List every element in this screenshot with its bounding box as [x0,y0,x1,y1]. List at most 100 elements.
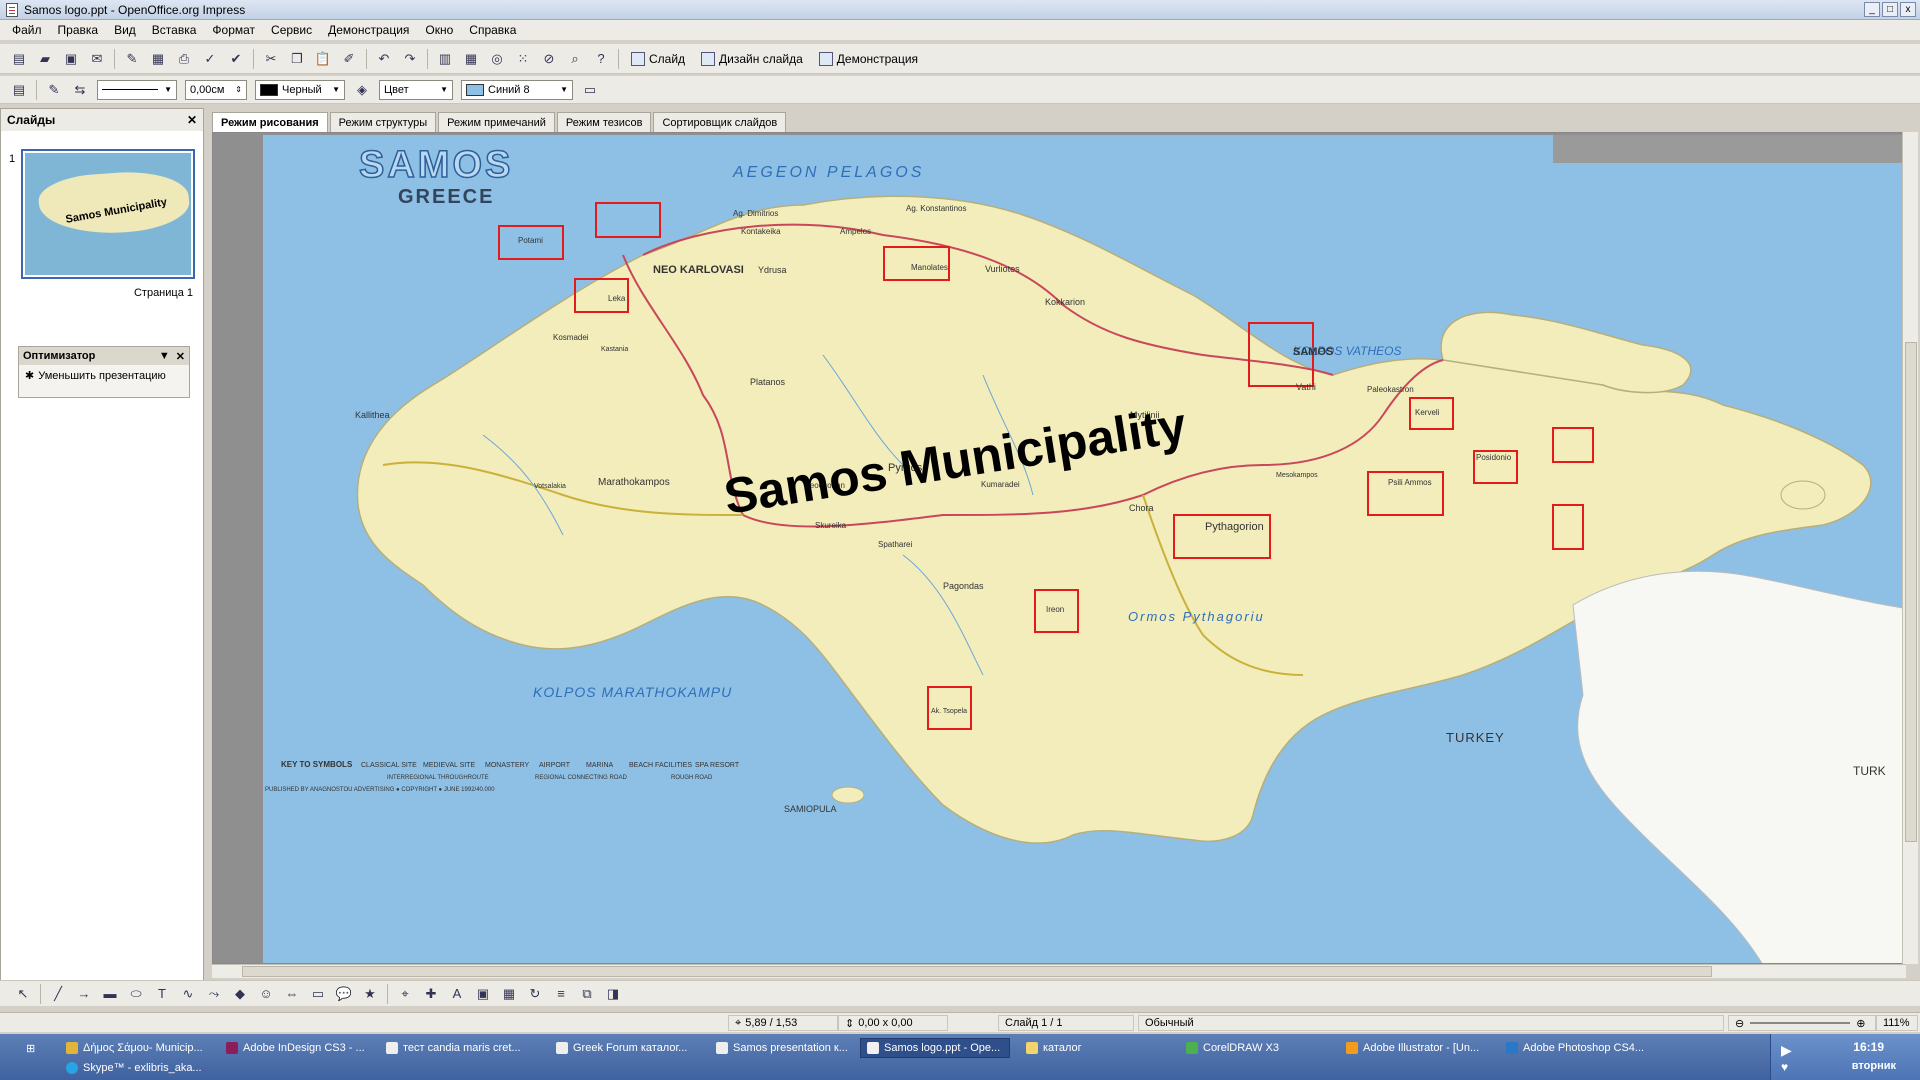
close-icon[interactable]: ✕ [187,113,197,127]
line-width-spinner[interactable]: 0,00см ⇕ [185,79,247,100]
menu-view[interactable]: Вид [106,23,144,37]
connector-icon[interactable]: ⤳ [203,983,225,1005]
print-icon[interactable]: ⎙ [173,48,195,70]
grid-icon[interactable]: ⁙ [512,48,534,70]
redo-icon[interactable]: ↷ [399,48,421,70]
taskbar-item-illustrator[interactable]: Adobe Illustrator - [Un... [1340,1038,1500,1058]
cut-icon[interactable]: ✂ [260,48,282,70]
line-style-select[interactable]: ▼ [97,79,177,100]
ellipse-icon[interactable]: ⬭ [125,983,147,1005]
slide-canvas[interactable]: SAMOS GREECE AEGEON PELAGOS KOLPOS MARAT… [263,135,1905,963]
from-file-icon[interactable]: ▣ [472,983,494,1005]
horizontal-scroll-thumb[interactable] [242,966,1712,977]
line-color-select[interactable]: Черный ▼ [255,79,345,100]
style-list-icon[interactable]: ▤ [8,79,30,101]
stars-icon[interactable]: ★ [359,983,381,1005]
menu-slideshow[interactable]: Демонстрация [320,23,417,37]
edit-file-icon[interactable]: ✎ [121,48,143,70]
new-slide-button[interactable]: Слайд [623,48,693,70]
close-button[interactable]: x [1900,2,1916,17]
slide-design-button[interactable]: Дизайн слайда [693,48,811,70]
vertical-scrollbar[interactable] [1902,132,1918,964]
zoom-out-icon[interactable]: ⊖ [1735,1017,1744,1030]
curve-icon[interactable]: ∿ [177,983,199,1005]
hyperlink-icon[interactable]: ◎ [486,48,508,70]
chart-icon[interactable]: ▥ [434,48,456,70]
menu-file[interactable]: Файл [4,23,50,37]
select-arrow-icon[interactable]: ↖ [12,983,34,1005]
taskbar-item-folder[interactable]: каталог [1020,1038,1170,1058]
table-icon[interactable]: ▦ [460,48,482,70]
shadow-icon[interactable]: ▭ [579,79,601,101]
spellcheck-icon[interactable]: ✓ [199,48,221,70]
area-style-select[interactable]: Цвет ▼ [379,79,453,100]
menu-window[interactable]: Окно [417,23,461,37]
slideshow-button[interactable]: Демонстрация [811,48,926,70]
maximize-button[interactable]: □ [1882,2,1898,17]
extrusion-icon[interactable]: ◨ [602,983,624,1005]
symbol-shapes-icon[interactable]: ☺ [255,983,277,1005]
flowchart-icon[interactable]: ▭ [307,983,329,1005]
rectangle-icon[interactable]: ▬ [99,983,121,1005]
gallery-icon[interactable]: ▦ [498,983,520,1005]
line-icon[interactable]: ✎ [43,79,65,101]
menu-insert[interactable]: Вставка [144,23,205,37]
taskbar-item-coreldraw[interactable]: CorelDRAW X3 [1180,1038,1330,1058]
arrange-icon[interactable]: ⧉ [576,983,598,1005]
line-tool-icon[interactable]: ╱ [47,983,69,1005]
zoom-slider-track[interactable] [1750,1022,1851,1024]
save-icon[interactable]: ▣ [60,48,82,70]
area-icon[interactable]: ◈ [351,79,373,101]
minimize-presentation-item[interactable]: ✱ Уменьшить презентацию [19,365,189,386]
open-folder-icon[interactable]: ▰ [34,48,56,70]
copy-icon[interactable]: ❐ [286,48,308,70]
undo-icon[interactable]: ↶ [373,48,395,70]
start-icon[interactable]: ⊞ [20,1038,60,1058]
chevron-down-icon[interactable]: ▼ [159,350,170,363]
menu-format[interactable]: Формат [204,23,263,37]
taskbar-item-presentation[interactable]: Samos presentation к... [710,1038,860,1058]
taskbar-item-indesign[interactable]: Adobe InDesign CS3 - ... [220,1038,380,1058]
taskbar-item-browser-2[interactable]: Greek Forum каталог... [550,1038,710,1058]
horizontal-scrollbar[interactable] [212,964,1906,978]
navigator-icon[interactable]: ⊘ [538,48,560,70]
media-player-icon[interactable]: ▶ [1781,1042,1792,1059]
vertical-scroll-thumb[interactable] [1905,342,1917,842]
minimize-button[interactable]: _ [1864,2,1880,17]
zoom-slider[interactable]: ⊖ ⊕ [1728,1015,1876,1031]
taskbar-item-browser-1[interactable]: тест candia maris cret... [380,1038,550,1058]
menu-edit[interactable]: Правка [50,23,107,37]
export-pdf-icon[interactable]: ▦ [147,48,169,70]
points-icon[interactable]: ⌖ [394,983,416,1005]
email-icon[interactable]: ✉ [86,48,108,70]
glue-points-icon[interactable]: ✚ [420,983,442,1005]
align-icon[interactable]: ≡ [550,983,572,1005]
status-zoom[interactable]: 111% [1876,1015,1918,1031]
format-paintbrush-icon[interactable]: ✐ [338,48,360,70]
tab-handout[interactable]: Режим тезисов [556,112,652,132]
basic-shapes-icon[interactable]: ◆ [229,983,251,1005]
new-document-icon[interactable]: ▤ [8,48,30,70]
taskbar-item-impress[interactable]: Samos logo.ppt - Ope... [860,1038,1010,1058]
taskbar-item-skype[interactable]: Skype™ - exlibris_aka... [60,1058,230,1078]
help-icon[interactable]: ? [590,48,612,70]
taskbar-item-chrome[interactable]: Δήμος Σάμου- Municip... [60,1038,220,1058]
paste-icon[interactable]: 📋 [312,48,334,70]
autospellcheck-icon[interactable]: ✔ [225,48,247,70]
text-tool-icon[interactable]: T [151,983,173,1005]
slide-thumbnail[interactable]: Samos Municipality [21,149,195,279]
menu-tools[interactable]: Сервис [263,23,320,37]
block-arrows-icon[interactable]: ⇔ [281,983,303,1005]
tab-outline[interactable]: Режим структуры [329,112,437,132]
tab-drawing[interactable]: Режим рисования [212,112,328,132]
rotate-icon[interactable]: ↻ [524,983,546,1005]
area-color-select[interactable]: Синий 8 ▼ [461,79,573,100]
tab-notes[interactable]: Режим примечаний [438,112,555,132]
zoom-icon[interactable]: ⌕ [564,48,586,70]
tab-slide-sorter[interactable]: Сортировщик слайдов [653,112,787,132]
close-icon[interactable]: ✕ [176,350,185,363]
fontwork-icon[interactable]: A [446,983,468,1005]
arrow-line-icon[interactable]: → [73,983,95,1005]
menu-help[interactable]: Справка [461,23,524,37]
callouts-icon[interactable]: 💬 [333,983,355,1005]
